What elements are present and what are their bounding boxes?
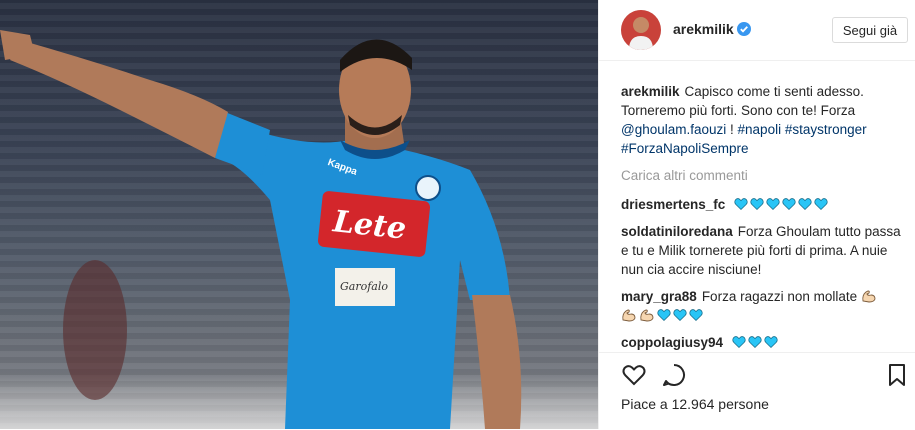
hashtag-link[interactable]: #staystronger (785, 122, 867, 137)
caption-username[interactable]: arekmilik (621, 84, 680, 99)
blue-heart-icon (689, 309, 703, 322)
flexed-biceps-icon (862, 290, 876, 303)
comment-item: soldatiniloredana Forza Ghoulam tutto pas… (621, 222, 901, 279)
comment-item: mary_gra88 Forza ragazzi non mollate (621, 287, 901, 325)
caption-mention[interactable]: @ghoulam.faouzi (621, 122, 726, 137)
blue-heart-icon (764, 336, 778, 349)
hashtag-link[interactable]: #napoli (738, 122, 782, 137)
avatar[interactable] (621, 10, 661, 50)
flexed-biceps-icon (622, 309, 636, 322)
caption-separator: ! (726, 122, 738, 137)
comment-emoji (732, 335, 780, 350)
blue-heart-icon (782, 198, 796, 211)
follow-button[interactable]: Segui già (832, 17, 908, 43)
blue-heart-icon (748, 336, 762, 349)
post-photo[interactable]: Lete Kappa Garofalo (0, 0, 598, 429)
player-illustration (0, 30, 522, 429)
comment-username[interactable]: mary_gra88 (621, 289, 697, 304)
blue-heart-icon (657, 309, 671, 322)
avatar-image (621, 10, 661, 50)
header-username[interactable]: arekmilik (673, 21, 734, 37)
comment-item: coppolagiusy94 (621, 333, 901, 352)
jersey-sponsor-logo: Lete (331, 204, 408, 247)
bookmark-icon[interactable] (884, 362, 910, 388)
blue-heart-icon (734, 198, 748, 211)
blue-heart-icon (798, 198, 812, 211)
load-more-comments[interactable]: Carica altri commenti (621, 166, 901, 185)
comment-text: Forza ragazzi non mollate (701, 289, 858, 304)
post-side-panel: arekmilik Segui già arekmilik Capisco com… (598, 0, 915, 429)
blue-heart-icon (766, 198, 780, 211)
verified-badge-icon (737, 22, 751, 36)
flexed-biceps-icon (640, 309, 654, 322)
comments-list: arekmilik Capisco come ti senti adesso. T… (621, 82, 901, 352)
jersey-sleeve-logo: Garofalo (340, 280, 388, 293)
comment-emoji (734, 197, 830, 212)
comment-item: driesmertens_fc (621, 195, 901, 214)
likes-count[interactable]: Piace a 12.964 persone (621, 396, 769, 412)
action-bar: Piace a 12.964 persone (599, 352, 915, 430)
blue-heart-icon (732, 336, 746, 349)
post-header: arekmilik Segui già (599, 0, 915, 61)
heart-icon[interactable] (621, 362, 647, 388)
hashtag-link[interactable]: #ForzaNapoliSempre (621, 141, 749, 156)
blue-heart-icon (814, 198, 828, 211)
blue-heart-icon (673, 309, 687, 322)
comment-icon[interactable] (661, 362, 687, 388)
comment-username[interactable]: soldatiniloredana (621, 224, 733, 239)
comment-username[interactable]: coppolagiusy94 (621, 335, 723, 350)
blue-heart-icon (750, 198, 764, 211)
caption: arekmilik Capisco come ti senti adesso. T… (621, 82, 901, 158)
comment-username[interactable]: driesmertens_fc (621, 197, 725, 212)
